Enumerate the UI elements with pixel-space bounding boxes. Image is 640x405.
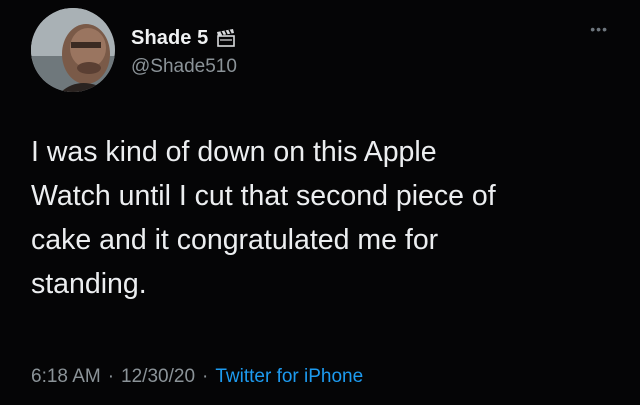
tweet-text: I was kind of down on this Apple Watch u… bbox=[31, 136, 496, 300]
display-name[interactable]: Shade 5 bbox=[131, 27, 208, 50]
meta-separator: · bbox=[202, 366, 209, 387]
tweet-card: Shade 5 @Shade510 ••• I was kind of down… bbox=[0, 0, 640, 405]
user-name-row[interactable]: Shade 5 bbox=[131, 24, 237, 52]
meta-separator: · bbox=[107, 366, 115, 387]
tweet-meta: 6:18 AM · 12/30/20 · Twitter for iPhone bbox=[31, 366, 363, 388]
user-handle[interactable]: @Shade510 bbox=[131, 56, 237, 78]
clapperboard-icon bbox=[215, 27, 237, 49]
tweet-source-link[interactable]: Twitter for iPhone bbox=[215, 366, 363, 388]
more-dots-icon[interactable]: ••• bbox=[590, 22, 608, 36]
tweet-date[interactable]: 12/30/20 bbox=[121, 366, 195, 388]
tweet-time[interactable]: 6:18 AM bbox=[31, 366, 101, 388]
avatar-image bbox=[31, 8, 115, 92]
avatar[interactable] bbox=[31, 8, 115, 92]
